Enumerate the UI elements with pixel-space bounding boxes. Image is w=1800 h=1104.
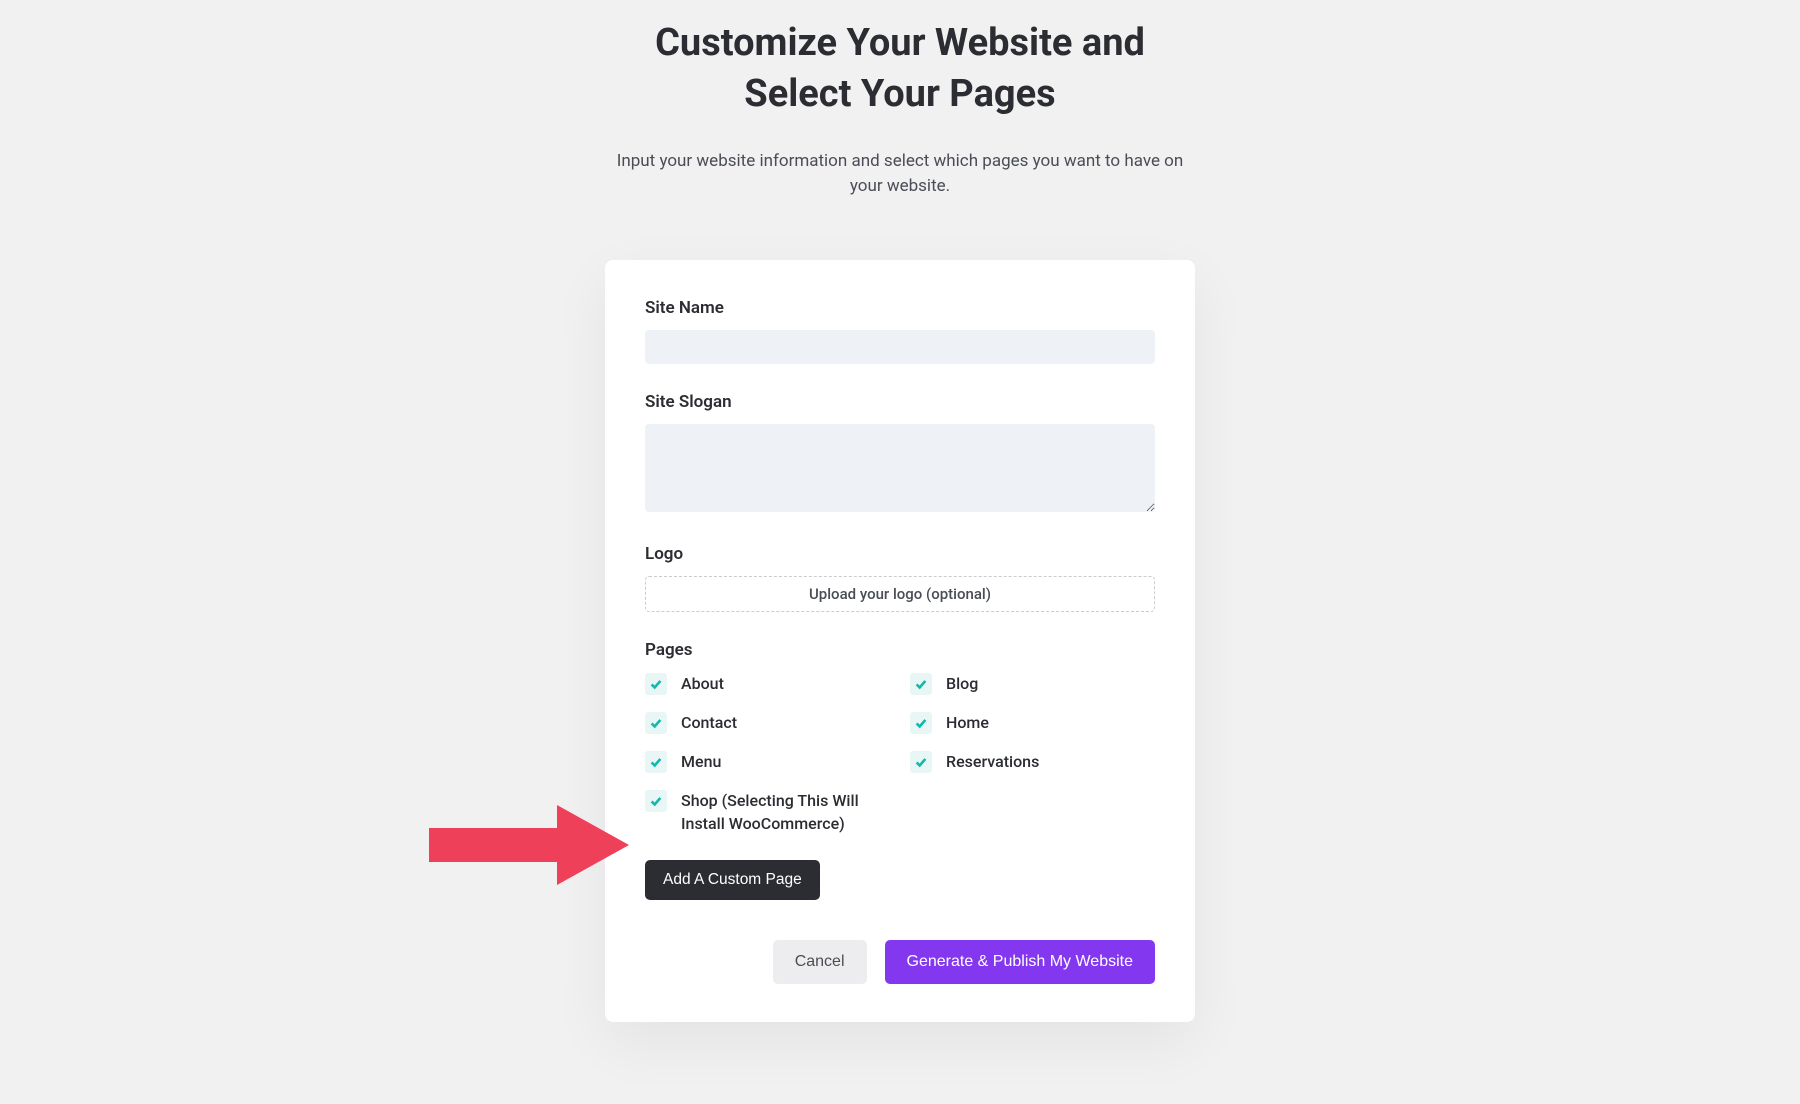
page-title-line1: Customize Your Website and	[655, 21, 1145, 65]
site-name-input[interactable]	[645, 330, 1155, 364]
page-checkbox-reservations[interactable]: Reservations	[910, 750, 1155, 773]
page-label: Shop (Selecting This Will Install WooCom…	[681, 789, 890, 835]
generate-button[interactable]: Generate & Publish My Website	[885, 940, 1155, 984]
form-card: Site Name Site Slogan Logo Upload your l…	[605, 260, 1195, 1022]
page-title: Customize Your Website and Select Your P…	[655, 18, 1145, 121]
logo-section: Logo Upload your logo (optional)	[645, 544, 1155, 612]
page-label: Reservations	[946, 750, 1049, 773]
page-title-line2: Select Your Pages	[744, 72, 1055, 116]
pages-label: Pages	[645, 640, 1155, 660]
site-name-section: Site Name	[645, 298, 1155, 364]
page-checkbox-shop[interactable]: Shop (Selecting This Will Install WooCom…	[645, 789, 890, 835]
site-slogan-label: Site Slogan	[645, 392, 1155, 412]
check-icon	[645, 751, 667, 773]
page-checkbox-contact[interactable]: Contact	[645, 711, 890, 734]
page-checkbox-about[interactable]: About	[645, 672, 890, 695]
page-label: Blog	[946, 672, 988, 695]
page-checkbox-blog[interactable]: Blog	[910, 672, 1155, 695]
page-label: Contact	[681, 711, 747, 734]
page-label: Home	[946, 711, 999, 734]
pages-grid: About Blog Contact Home Menu	[645, 672, 1155, 836]
site-slogan-section: Site Slogan	[645, 392, 1155, 516]
logo-upload-box[interactable]: Upload your logo (optional)	[645, 576, 1155, 612]
add-custom-page-button[interactable]: Add A Custom Page	[645, 860, 820, 900]
check-icon	[645, 790, 667, 812]
check-icon	[910, 673, 932, 695]
pages-section: Pages About Blog Contact Home	[645, 640, 1155, 900]
page-label: About	[681, 672, 734, 695]
page-checkbox-home[interactable]: Home	[910, 711, 1155, 734]
check-icon	[910, 751, 932, 773]
cancel-button[interactable]: Cancel	[773, 940, 867, 984]
logo-label: Logo	[645, 544, 1155, 564]
page-label: Menu	[681, 750, 731, 773]
site-name-label: Site Name	[645, 298, 1155, 318]
page-subtitle: Input your website information and selec…	[610, 149, 1190, 200]
check-icon	[645, 712, 667, 734]
logo-upload-text: Upload your logo (optional)	[809, 585, 991, 603]
page-wrap: Customize Your Website and Select Your P…	[0, 0, 1800, 1022]
site-slogan-input[interactable]	[645, 424, 1155, 512]
footer-buttons: Cancel Generate & Publish My Website	[645, 940, 1155, 984]
page-checkbox-menu[interactable]: Menu	[645, 750, 890, 773]
check-icon	[910, 712, 932, 734]
check-icon	[645, 673, 667, 695]
